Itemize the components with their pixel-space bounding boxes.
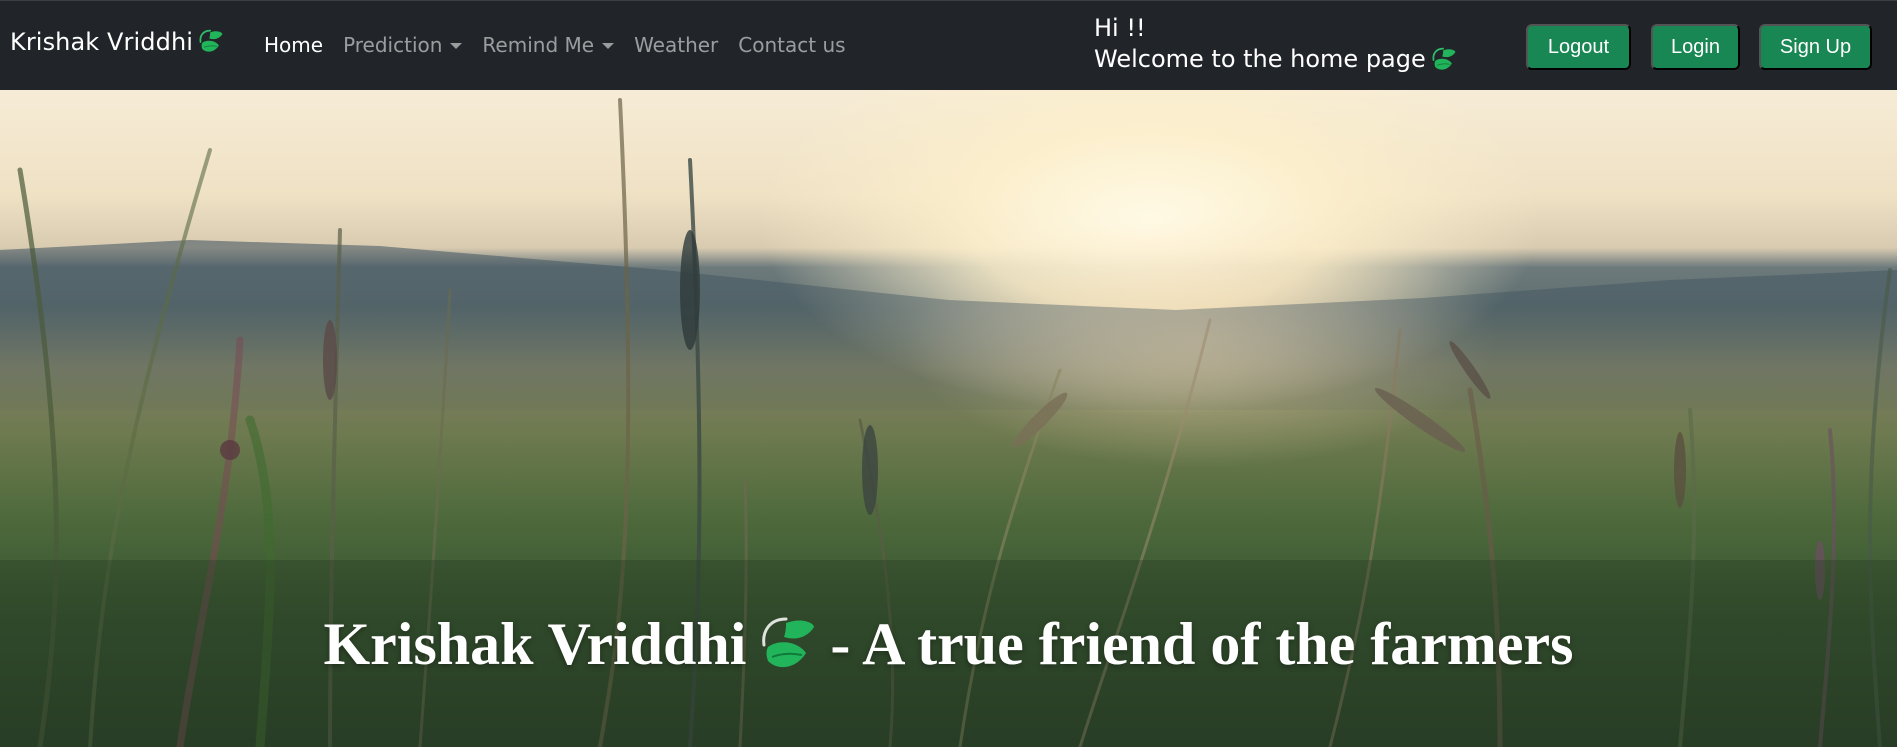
nav-home-label: Home xyxy=(264,33,324,57)
nav-contact-us-label: Contact us xyxy=(738,33,846,57)
nav-remind-me-label: Remind Me xyxy=(482,33,595,57)
nav-prediction-label: Prediction xyxy=(343,33,443,57)
nav-remind-me-dropdown[interactable]: Remind Me xyxy=(472,33,624,57)
nav-weather-label: Weather xyxy=(634,33,719,57)
hero-title-tagline: - A true friend of the farmers xyxy=(830,611,1574,677)
hero-title-brand: Krishak Vriddhi xyxy=(323,611,747,677)
welcome-greeting: Hi !! Welcome to the home page xyxy=(1094,13,1458,75)
greeting-line2-wrap: Welcome to the home page xyxy=(1094,44,1458,75)
chevron-down-icon xyxy=(450,43,463,49)
leaf-icon xyxy=(1432,47,1456,70)
top-navbar: Krishak Vriddhi Home Prediction Remind M… xyxy=(0,0,1897,90)
leaf-icon xyxy=(762,617,815,667)
greeting-line1: Hi !! xyxy=(1094,14,1146,42)
hero-banner: Krishak Vriddhi - A true friend of the f… xyxy=(0,90,1897,747)
brand-name: Krishak Vriddhi xyxy=(10,28,194,56)
nav-prediction-dropdown[interactable]: Prediction xyxy=(333,33,472,57)
nav-contact-us[interactable]: Contact us xyxy=(728,33,855,57)
nav-home[interactable]: Home xyxy=(264,33,333,57)
greeting-line2: Welcome to the home page xyxy=(1094,45,1426,73)
brand-link[interactable]: Krishak Vriddhi xyxy=(10,28,225,56)
chevron-down-icon xyxy=(602,43,615,49)
sign-up-button[interactable]: Sign Up xyxy=(1759,24,1872,70)
leaf-icon xyxy=(199,29,223,52)
login-button[interactable]: Login xyxy=(1651,24,1740,70)
nav-links: Home Prediction Remind Me Weather Contac… xyxy=(264,33,856,57)
hero-title: Krishak Vriddhi - A true friend of the f… xyxy=(0,610,1897,679)
nav-weather[interactable]: Weather xyxy=(624,33,728,57)
logout-button[interactable]: Logout xyxy=(1526,24,1631,70)
